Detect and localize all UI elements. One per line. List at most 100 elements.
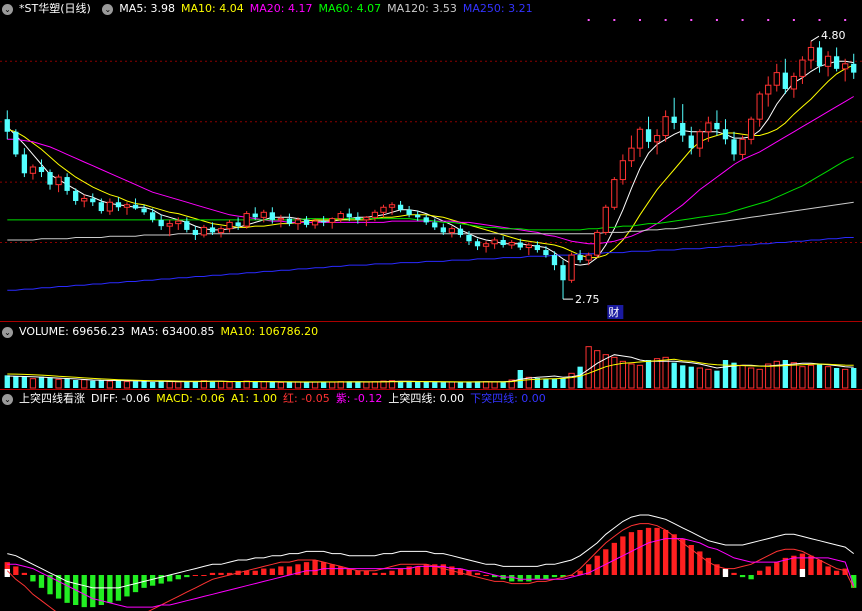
candle-body <box>482 243 490 247</box>
ma-line-ma60 <box>7 156 854 231</box>
indicator-label: DIFF: -0.06 <box>91 392 151 405</box>
volume-bar <box>756 368 763 389</box>
macd-bar <box>526 575 532 582</box>
signal-block <box>799 569 806 577</box>
volume-bar <box>192 381 199 388</box>
volume-bar <box>415 381 421 388</box>
candle-body <box>209 227 216 233</box>
volume-bar <box>799 366 806 389</box>
volume-bar <box>209 381 216 388</box>
candle-body <box>38 167 45 173</box>
volume-bar <box>525 376 532 389</box>
volume-bar <box>448 381 456 389</box>
macd-bar <box>474 572 481 575</box>
candle-body <box>311 220 319 226</box>
candle-body <box>543 250 549 256</box>
chevron-down-icon[interactable]: ⌄ <box>2 393 13 405</box>
macd-bar <box>825 566 831 575</box>
candle-body <box>294 219 302 225</box>
candle-body <box>799 59 806 77</box>
stock-title[interactable]: *ST华塑(日线) <box>19 2 91 15</box>
macd-bar <box>697 551 703 575</box>
volume-bar <box>371 381 379 389</box>
macd-bar <box>765 566 771 575</box>
candle-body <box>200 226 208 236</box>
macd-bar <box>654 527 660 575</box>
macd-bar <box>218 572 224 575</box>
volume-bar <box>722 360 729 388</box>
macd-bar <box>739 575 746 578</box>
stock-chart[interactable]: 4.80 2.75 财 <box>0 0 862 611</box>
candle-body <box>807 46 815 61</box>
macd-bar <box>278 566 284 575</box>
volume-bar <box>851 368 857 388</box>
macd-bar <box>662 530 669 575</box>
macd-bar <box>355 570 361 575</box>
candle-body <box>269 212 275 220</box>
volume-bar <box>175 381 182 389</box>
volume-bar <box>406 381 412 388</box>
volume-bar <box>568 372 575 389</box>
macd-bar <box>517 575 523 582</box>
candle-body <box>525 244 532 249</box>
candle-body <box>500 239 506 246</box>
candle-body <box>611 179 618 208</box>
candle-body <box>645 129 652 142</box>
candle-body <box>714 122 720 130</box>
candle-body <box>508 242 515 246</box>
volume-bar <box>355 381 361 388</box>
macd-bar <box>107 575 113 603</box>
candle-body <box>466 234 472 242</box>
volume-bar <box>482 381 490 389</box>
volume-bar <box>123 381 131 389</box>
volume-bar <box>55 378 62 389</box>
macd-bar <box>423 564 429 575</box>
candle-body <box>705 122 712 133</box>
volume-bar <box>816 364 823 388</box>
volume-bar <box>64 378 70 388</box>
volume-bar <box>833 368 840 388</box>
candle-body <box>457 228 464 235</box>
macd-bar <box>38 575 45 588</box>
candle-body <box>217 228 225 233</box>
macd-bar <box>816 560 823 575</box>
candle-body <box>696 131 703 149</box>
event-dot <box>741 19 744 21</box>
candle-body <box>765 84 772 95</box>
chevron-down-icon[interactable]: ⌄ <box>2 326 13 338</box>
chevron-down-icon[interactable]: ⌄ <box>2 3 13 15</box>
candle-body <box>55 176 62 186</box>
candle-body <box>355 217 361 220</box>
candle-body <box>175 220 182 225</box>
volume-bar <box>739 364 746 389</box>
macd-bar <box>748 575 754 580</box>
candle-body <box>756 93 763 120</box>
candle-body <box>141 208 147 213</box>
candle-body <box>13 131 19 155</box>
candle-body <box>4 119 10 132</box>
event-dot <box>844 19 847 21</box>
event-dot <box>767 19 770 21</box>
macd-bar <box>380 572 387 575</box>
volume-bar <box>397 381 404 388</box>
ma-line-ma250 <box>7 237 854 291</box>
volume-bar <box>106 380 114 389</box>
volume-labels: VOLUME: 69656.23 MA5: 63400.85 MA10: 10678… <box>19 325 324 338</box>
ma-label: MA250: 3.21 <box>462 2 533 15</box>
volume-bar <box>500 382 506 388</box>
candle-body <box>29 166 37 174</box>
volume-bar <box>132 381 139 388</box>
event-dot <box>715 19 718 21</box>
indicator-diff-line <box>6 523 855 611</box>
chevron-down-icon[interactable]: ⌄ <box>102 3 114 15</box>
candle-body <box>81 197 88 202</box>
candle-body <box>782 72 788 89</box>
volume-bar <box>217 380 225 389</box>
volume-bar <box>277 381 285 389</box>
candle-body <box>619 160 627 181</box>
candle-body <box>440 227 446 233</box>
volume-bar <box>141 381 147 388</box>
volume-bar <box>457 381 464 388</box>
ma-label: MA60: 4.07 <box>318 2 382 15</box>
candle-body <box>286 218 293 224</box>
